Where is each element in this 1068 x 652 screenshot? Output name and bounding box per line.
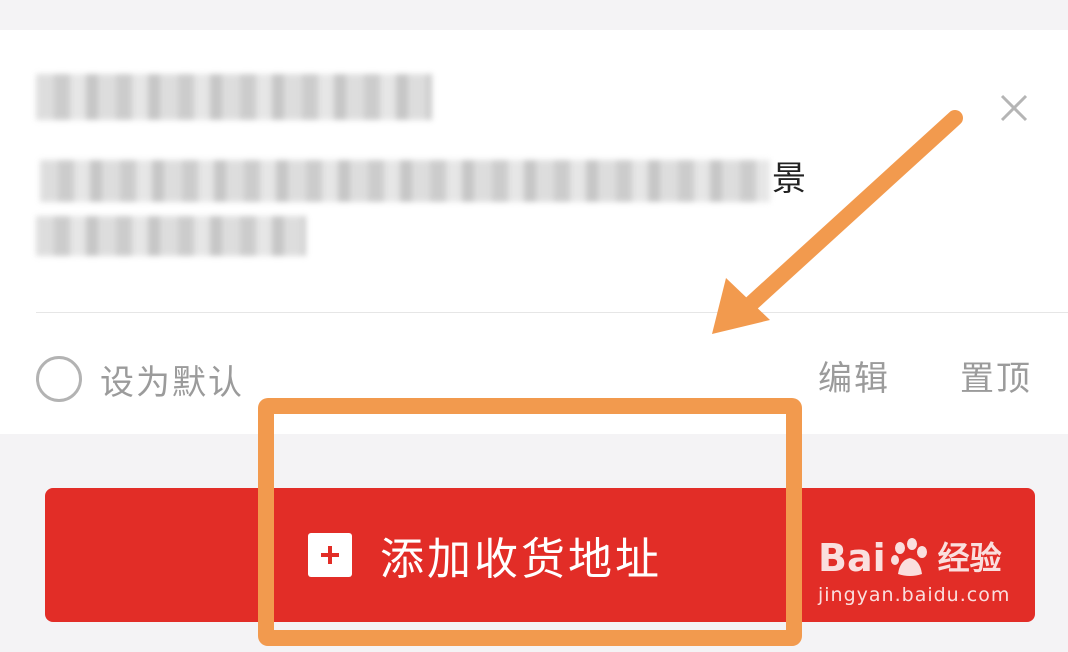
plus-icon bbox=[308, 533, 352, 577]
blurred-phone-line bbox=[36, 216, 306, 256]
watermark-brand-left: Bai bbox=[818, 536, 886, 580]
add-address-label: 添加收货地址 bbox=[380, 534, 662, 585]
address-visible-tail: 景 bbox=[772, 159, 806, 199]
blurred-recipient-name bbox=[36, 74, 432, 120]
watermark-brand-right: 经验 bbox=[937, 539, 1002, 577]
baidu-paw-icon bbox=[890, 538, 927, 576]
set-default-toggle[interactable]: 设为默认 bbox=[36, 356, 244, 403]
address-card: 景 设为默认 编辑 置顶 bbox=[0, 30, 1068, 434]
close-icon[interactable] bbox=[994, 88, 1034, 128]
watermark-url: jingyan.baidu.com bbox=[818, 584, 1011, 606]
blurred-address-line bbox=[40, 160, 770, 202]
set-default-label: 设为默认 bbox=[100, 362, 244, 403]
edit-button[interactable]: 编辑 bbox=[818, 356, 890, 402]
baidu-watermark: Bai 经验 jingyan.baidu.com bbox=[818, 536, 1018, 606]
pin-top-button[interactable]: 置顶 bbox=[960, 356, 1032, 402]
top-strip bbox=[0, 0, 1068, 30]
radio-circle-icon[interactable] bbox=[36, 356, 82, 402]
divider bbox=[36, 312, 1068, 313]
